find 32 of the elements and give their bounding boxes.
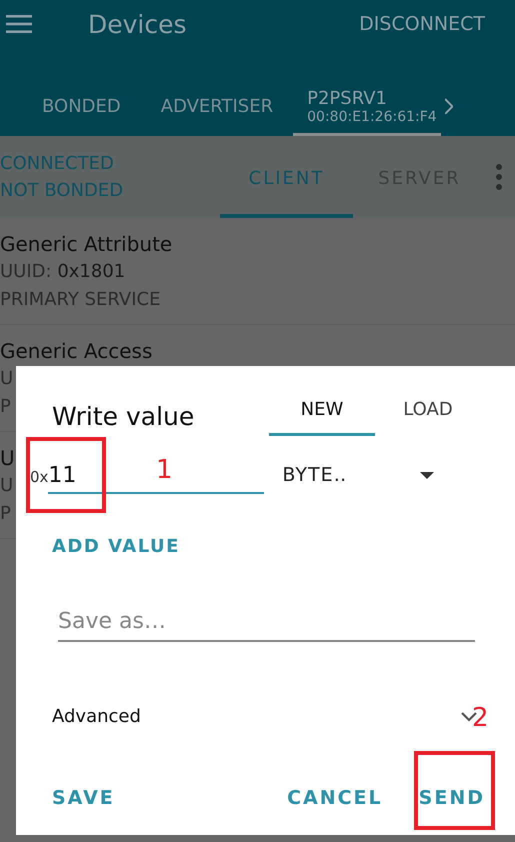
service-uuid: U <box>0 367 14 391</box>
dropdown-icon <box>420 472 434 478</box>
dialog-tab[interactable]: NEW <box>269 386 375 436</box>
more-icon[interactable] <box>496 164 502 190</box>
menu-icon[interactable] <box>6 14 32 34</box>
service-type: PRIMARY SERVICE <box>0 288 160 312</box>
annotation-number: 2 <box>472 703 489 733</box>
dialog-button[interactable]: SAVE <box>52 787 115 809</box>
bonding-status: NOT BONDED <box>0 179 124 203</box>
device-tab[interactable]: ADVERTISER <box>140 80 294 136</box>
save-as-field[interactable]: Save as… <box>58 609 475 642</box>
app-title: Devices <box>88 10 188 38</box>
service-uuid: U <box>0 474 14 498</box>
service-name: Generic Access <box>0 338 152 365</box>
service-uuid: UUID: 0x1801 <box>0 260 126 284</box>
dialog-button[interactable]: CANCEL <box>287 787 383 809</box>
hex-prefix: 0x <box>30 468 48 488</box>
service-name: U <box>0 445 15 472</box>
service-type: P <box>0 395 11 419</box>
service-type: P <box>0 502 11 526</box>
dialog-tab[interactable]: LOAD <box>375 386 481 436</box>
connection-status: CONNECTED <box>0 152 115 176</box>
dialog-title: Write value <box>52 402 196 433</box>
add-value-button[interactable]: ADD VALUE <box>52 536 180 557</box>
close-icon[interactable] <box>444 98 453 114</box>
advanced-label: Advanced <box>52 706 141 727</box>
disconnect-button[interactable]: DISCONNECT <box>359 13 485 35</box>
dialog-button[interactable]: SEND <box>418 787 485 809</box>
device-tab[interactable]: BONDED <box>22 80 141 136</box>
format-dropdown[interactable]: BYTE‥ <box>282 464 434 494</box>
service-name: Generic Attribute <box>0 231 172 258</box>
annotation-number: 1 <box>156 455 173 485</box>
